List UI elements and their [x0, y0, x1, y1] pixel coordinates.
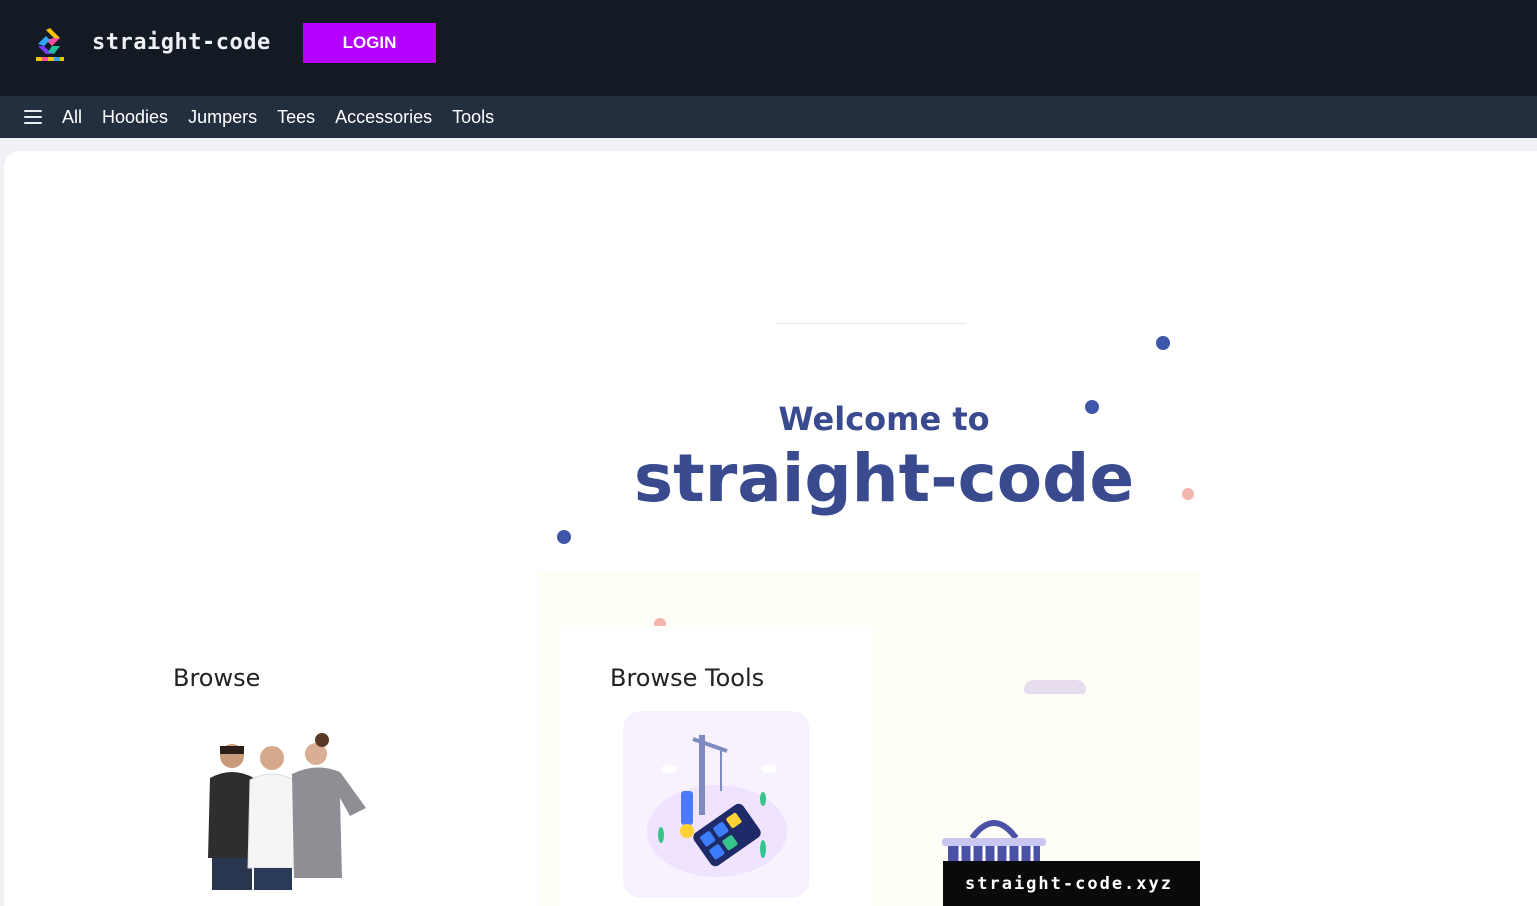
- brand-name[interactable]: straight-code: [92, 30, 271, 55]
- nav-item-tools[interactable]: Tools: [452, 107, 494, 128]
- straight-code-logo-icon[interactable]: [32, 24, 68, 64]
- basket-icon: [942, 820, 1046, 864]
- cloud-icon: [1024, 680, 1086, 694]
- apparel-models-image[interactable]: [190, 728, 370, 893]
- nav-item-all[interactable]: All: [62, 107, 82, 128]
- nav-item-hoodies[interactable]: Hoodies: [102, 107, 168, 128]
- nav-item-tees[interactable]: Tees: [277, 107, 315, 128]
- tools-illustration-card[interactable]: [623, 711, 810, 898]
- hero-divider: [776, 323, 966, 324]
- nav-item-accessories[interactable]: Accessories: [335, 107, 432, 128]
- login-button[interactable]: LOGIN: [303, 23, 436, 63]
- browse-heading: Browse: [173, 664, 261, 692]
- hero-welcome-text: Welcome to: [778, 400, 990, 438]
- hero-title: straight-code: [633, 440, 1135, 517]
- category-nav: All Hoodies Jumpers Tees Accessories Too…: [0, 96, 1537, 138]
- domain-badge: straight-code.xyz: [943, 861, 1200, 906]
- top-header: straight-code LOGIN: [0, 0, 1537, 96]
- browse-tools-heading: Browse Tools: [610, 664, 765, 692]
- decor-dot: [1156, 336, 1170, 350]
- hamburger-menu-icon[interactable]: [24, 110, 42, 124]
- nav-item-jumpers[interactable]: Jumpers: [188, 107, 257, 128]
- decor-dot: [557, 530, 571, 544]
- crane-phone-icon: [647, 735, 787, 877]
